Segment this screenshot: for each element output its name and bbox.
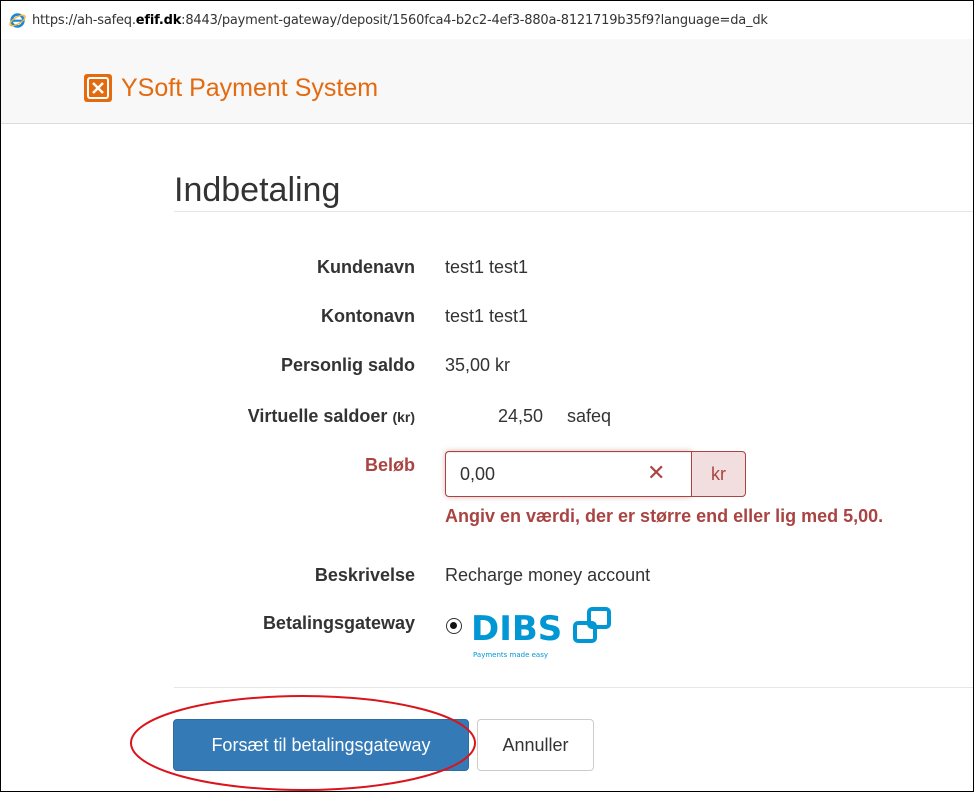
internet-explorer-icon (9, 12, 26, 28)
virtual-balance-amount: 24,50 (498, 406, 544, 426)
brand-name: YSoft Payment System (121, 73, 379, 102)
gateway-radio-dibs[interactable] (446, 618, 462, 634)
description-label: Beskrivelse (314, 565, 415, 585)
footer-divider (174, 687, 973, 688)
virtual-balance-label: Virtuelle saldoer (kr) (247, 406, 415, 426)
account-value: test1 test1 (445, 306, 529, 326)
currency-addon: kr (691, 451, 746, 497)
url-text: https://ah-safeq.efif.dk:8443/payment-ga… (32, 12, 768, 28)
balance-label: Personlig saldo (280, 355, 415, 375)
gateway-label: Betalingsgateway (262, 613, 415, 633)
balance-value: 35,00 kr (445, 355, 511, 375)
dibs-tagline: Payments made easy (473, 651, 548, 659)
amount-input-group: ✕ kr (445, 451, 746, 497)
continue-to-gateway-button[interactable]: Forsæt til betalingsgateway (173, 719, 469, 771)
dibs-logo[interactable]: DIBS Payments made easy (471, 601, 631, 661)
description-value: Recharge money account (445, 565, 651, 585)
amount-error-message: Angiv en værdi, der er større end eller … (445, 506, 884, 526)
page-title: Indbetaling (174, 171, 341, 209)
customer-value: test1 test1 (445, 257, 529, 277)
cancel-button[interactable]: Annuller (477, 719, 594, 771)
account-label: Kontonavn (321, 306, 415, 326)
clear-icon[interactable]: ✕ (647, 461, 665, 487)
safe-icon (84, 74, 112, 102)
address-bar[interactable]: https://ah-safeq.efif.dk:8443/payment-ga… (1, 1, 973, 40)
customer-label: Kundenavn (316, 257, 415, 277)
browser-window: https://ah-safeq.efif.dk:8443/payment-ga… (0, 0, 974, 792)
navbar: YSoft Payment System (1, 39, 973, 124)
brand-link[interactable]: YSoft Payment System (83, 73, 378, 103)
virtual-balance-unit: (kr) (392, 409, 415, 425)
title-divider (174, 211, 973, 212)
amount-label: Beløb (364, 455, 415, 475)
dibs-logo-text: DIBS (471, 609, 562, 649)
virtual-balance-name: safeq (567, 406, 612, 426)
